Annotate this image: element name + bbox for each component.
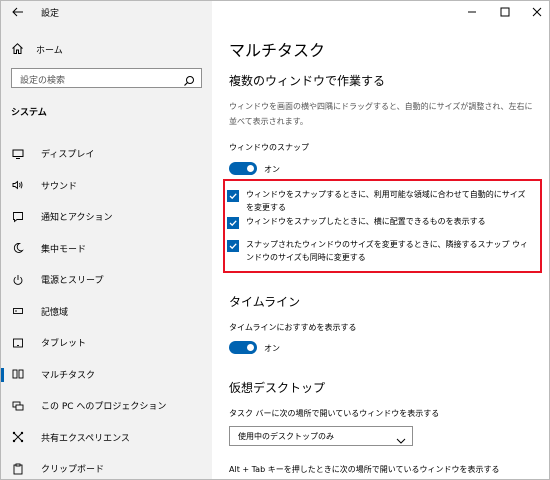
checkbox-checked[interactable]	[227, 240, 239, 252]
snap-option-show-beside[interactable]: ウィンドウをスナップしたときに、横に配置できるものを表示する	[227, 215, 531, 229]
checkbox-checked[interactable]	[227, 217, 239, 229]
sidebar-item-tablet[interactable]: タブレット	[1, 327, 212, 359]
checkbox-label: ウィンドウをスナップしたときに、横に配置できるものを表示する	[246, 217, 486, 226]
sidebar-item-sound[interactable]: サウンド	[1, 170, 212, 202]
timeline-heading: タイムライン	[229, 295, 301, 309]
select-value: 使用中のデスクトップのみ	[238, 432, 334, 441]
sidebar-item-label: 電源とスリープ	[41, 276, 104, 287]
taskbar-windows-label: タスク バーに次の場所で開いているウィンドウを表示する	[229, 409, 440, 418]
home-icon	[11, 40, 24, 59]
snap-option-resize-adjacent[interactable]: スナップされたウィンドウのサイズを変更するときに、隣接するスナップ ウィンドウの…	[227, 238, 531, 264]
checkbox-label: スナップされたウィンドウのサイズを変更するときに、隣接するスナップ ウィンドウの…	[246, 240, 529, 262]
sidebar-nav: ディスプレイ サウンド 通知とアクション 集中モード 電源とスリープ 記憶域 タ…	[1, 138, 212, 479]
settings-window: ホーム 設定の検索 システム ディスプレイ サウンド 通知とアクション 集中モー…	[0, 0, 550, 480]
snap-toggle-state: オン	[264, 165, 280, 174]
multitask-icon	[11, 367, 25, 381]
chevron-down-icon	[396, 431, 406, 450]
sidebar-item-focus[interactable]: 集中モード	[1, 233, 212, 265]
home-link[interactable]: ホーム	[11, 41, 63, 57]
sidebar-item-projection[interactable]: この PC へのプロジェクション	[1, 390, 212, 422]
sidebar-item-label: マルチタスク	[41, 370, 96, 381]
toggle-knob	[247, 344, 254, 351]
sidebar-item-storage[interactable]: 記憶域	[1, 296, 212, 328]
sidebar-item-display[interactable]: ディスプレイ	[1, 138, 212, 170]
shared-icon	[11, 430, 25, 444]
search-input[interactable]: 設定の検索	[11, 68, 202, 88]
snap-toggle-label: ウィンドウのスナップ	[229, 143, 309, 152]
sidebar-item-power[interactable]: 電源とスリープ	[1, 264, 212, 296]
sidebar-item-label: 共有エクスペリエンス	[41, 433, 130, 444]
timeline-toggle-label: タイムラインにおすすめを表示する	[229, 323, 357, 332]
snap-section-heading: 複数のウィンドウで作業する	[229, 74, 386, 88]
sidebar-item-label: 集中モード	[41, 244, 87, 255]
snap-description: ウィンドウを画面の横や四隅にドラッグすると、自動的にサイズが調整され、左右に並べ…	[229, 102, 533, 126]
home-label: ホーム	[36, 45, 63, 56]
sidebar-item-label: この PC へのプロジェクション	[41, 402, 167, 413]
main-content: マルチタスク 複数のウィンドウで作業する ウィンドウを画面の横や四隅にドラッグす…	[212, 1, 549, 479]
sidebar-item-label: ディスプレイ	[41, 150, 95, 161]
speaker-icon	[11, 178, 25, 192]
projection-icon	[11, 399, 25, 413]
page-title: マルチタスク	[229, 41, 326, 60]
notification-icon	[11, 210, 25, 224]
search-placeholder: 設定の検索	[20, 76, 66, 86]
window-title: 設定	[41, 9, 60, 19]
virtual-desktop-heading: 仮想デスクトップ	[229, 381, 326, 395]
sidebar-item-label: クリップボード	[41, 465, 105, 476]
power-icon	[11, 273, 25, 287]
back-arrow-icon[interactable]	[11, 4, 27, 20]
sidebar-section-label: システム	[11, 108, 47, 118]
timeline-toggle[interactable]	[229, 341, 257, 354]
sidebar-item-multitask[interactable]: マルチタスク	[1, 359, 212, 391]
snap-option-auto-resize[interactable]: ウィンドウをスナップするときに、利用可能な領域に合わせて自動的にサイズを変更する	[227, 188, 531, 214]
tablet-icon	[11, 336, 25, 350]
search-icon[interactable]	[183, 72, 195, 91]
sidebar-item-label: タブレット	[41, 339, 87, 350]
storage-icon	[11, 304, 25, 318]
sidebar-item-clipboard[interactable]: クリップボード	[1, 453, 212, 479]
sidebar-item-label: 通知とアクション	[41, 213, 113, 224]
display-icon	[11, 147, 25, 161]
toggle-knob	[247, 165, 254, 172]
sidebar-item-label: サウンド	[41, 181, 78, 192]
moon-icon	[11, 241, 25, 255]
alttab-windows-label: Alt + Tab キーを押したときに次の場所で開いているウィンドウを表示する	[229, 465, 500, 474]
clipboard-icon	[11, 462, 25, 476]
timeline-toggle-state: オン	[264, 344, 280, 353]
snap-toggle[interactable]	[229, 162, 257, 175]
checkbox-checked[interactable]	[227, 190, 239, 202]
sidebar-item-label: 記憶域	[41, 307, 69, 318]
taskbar-windows-select[interactable]: 使用中のデスクトップのみ	[229, 426, 413, 446]
sidebar: ホーム 設定の検索 システム ディスプレイ サウンド 通知とアクション 集中モー…	[1, 1, 212, 479]
checkbox-label: ウィンドウをスナップするときに、利用可能な領域に合わせて自動的にサイズを変更する	[246, 190, 526, 212]
sidebar-item-shared[interactable]: 共有エクスペリエンス	[1, 422, 212, 454]
sidebar-item-notifications[interactable]: 通知とアクション	[1, 201, 212, 233]
